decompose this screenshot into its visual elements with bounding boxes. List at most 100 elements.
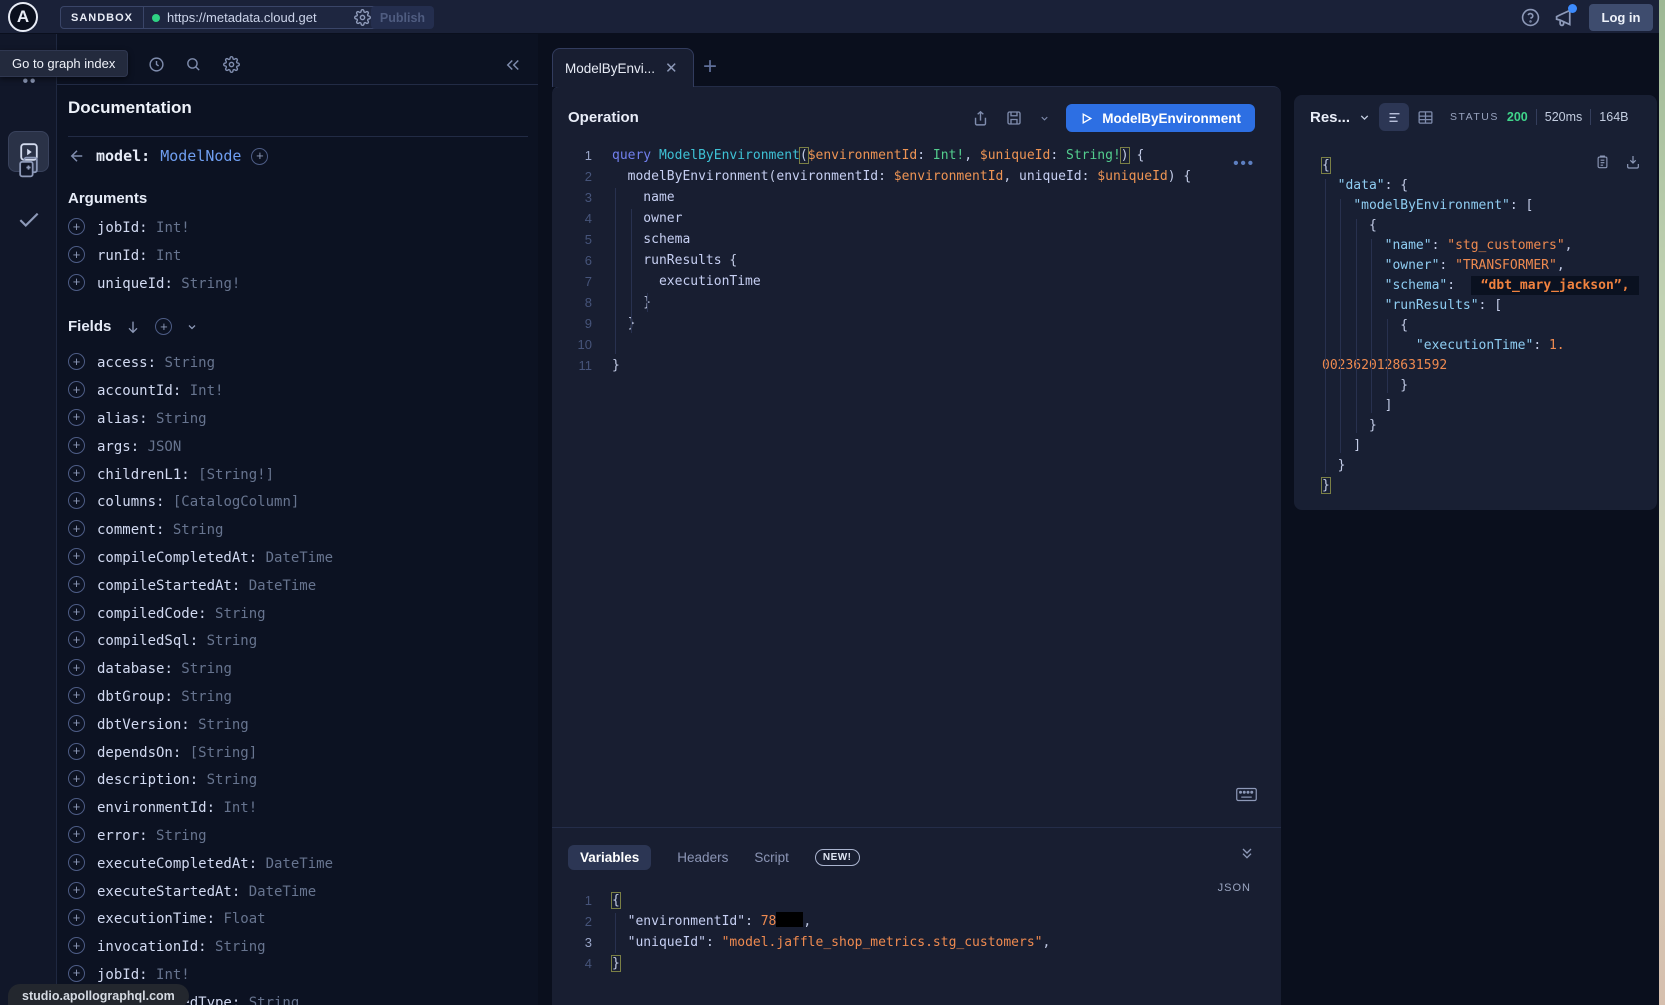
help-icon[interactable] [1521,8,1540,27]
checks-icon[interactable] [0,206,57,232]
response-size: 164B [1599,110,1628,124]
login-button[interactable]: Log in [1589,4,1653,31]
arguments-title: Arguments [68,190,147,207]
history-icon[interactable] [148,56,165,73]
new-tab-icon[interactable]: + [703,53,717,81]
left-nav-rail [0,34,57,1005]
argument-type: Int! [156,220,190,236]
field-type: JSON [148,439,182,455]
fields-menu-chevron-icon[interactable] [186,321,198,333]
run-operation-button[interactable]: ModelByEnvironment [1066,104,1255,132]
tooltip-go-to-graph-index: Go to graph index [0,50,128,77]
add-field-button[interactable]: + [68,798,85,815]
search-icon[interactable] [185,56,202,73]
argument-name: runId [97,248,139,264]
table-view-icon[interactable] [1417,109,1434,126]
add-field-button[interactable]: + [68,548,85,565]
add-field-button[interactable]: + [68,381,85,398]
response-title: Res... [1310,109,1350,126]
documentation-panel: Documentation model: ModelNode + Argumen… [57,34,538,1005]
argument-row: + runId: Int [68,241,240,269]
add-field-button[interactable]: + [68,965,85,982]
field-row: + comment: String [68,515,333,543]
apollo-logo[interactable]: A [8,2,38,32]
publish-button[interactable]: Publish [371,6,434,29]
schema-icon[interactable] [0,154,57,179]
collapse-panel-icon[interactable] [504,56,522,74]
add-field-button[interactable]: + [68,520,85,537]
field-row: + executionTime: Float [68,904,333,932]
field-row: + args: JSON [68,431,333,459]
json-view-icon[interactable] [1379,103,1409,131]
field-type: DateTime [249,884,316,900]
add-field-button[interactable]: + [68,854,85,871]
add-field-button[interactable]: + [68,770,85,787]
field-type: String [173,522,224,538]
add-field-button[interactable]: + [68,437,85,454]
add-field-button[interactable]: + [68,743,85,760]
tab-variables[interactable]: Variables [568,845,651,870]
notification-dot [1568,4,1577,13]
tab-headers[interactable]: Headers [677,850,728,865]
add-field-button[interactable]: + [251,148,268,165]
field-type: [String] [190,745,257,761]
add-field-button[interactable]: + [68,659,85,676]
endpoint-settings-gear-icon[interactable] [354,9,371,26]
add-field-button[interactable]: + [68,604,85,621]
arguments-list: + jobId: Int! + runId: Int + uniqueId: S… [68,213,240,296]
doc-type-link[interactable]: ModelNode [160,147,241,165]
documentation-title: Documentation [68,98,192,118]
response-menu-chevron-icon[interactable] [1358,111,1371,124]
add-argument-button[interactable]: + [68,274,85,291]
variables-editor[interactable]: { "environmentId": 78, "uniqueId": "mode… [612,890,1262,974]
operation-editor[interactable]: query ModelByEnvironment($environmentId:… [612,145,1262,376]
add-field-button[interactable]: + [68,909,85,926]
browser-status-bar: studio.apollographql.com [8,984,189,1005]
add-argument-button[interactable]: + [68,246,85,263]
field-type: String [181,661,232,677]
field-type: [String!] [198,467,274,483]
field-type: String [156,411,207,427]
indent-guide [1340,199,1341,453]
endpoint-group: SANDBOX https://metadata.cloud.get [60,6,385,29]
field-name: database [97,661,164,677]
close-tab-icon[interactable]: ✕ [665,59,678,77]
add-field-button[interactable]: + [68,826,85,843]
add-field-button[interactable]: + [68,576,85,593]
add-all-fields-button[interactable]: + [155,318,172,335]
back-arrow-icon[interactable] [68,147,86,165]
add-field-button[interactable]: + [68,687,85,704]
settings-gear-icon[interactable] [223,56,240,73]
add-field-button[interactable]: + [68,631,85,648]
divider [1536,109,1537,125]
add-field-button[interactable]: + [68,409,85,426]
add-field-button[interactable]: + [68,882,85,899]
add-field-button[interactable]: + [68,465,85,482]
response-time: 520ms [1545,110,1583,124]
field-name: invocationId [97,939,198,955]
field-type: [CatalogColumn] [173,494,299,510]
sort-fields-icon[interactable] [125,319,141,335]
endpoint-url[interactable]: https://metadata.cloud.get [167,10,347,25]
field-type: String [207,633,258,649]
keyboard-shortcuts-icon[interactable] [1236,787,1257,802]
add-field-button[interactable]: + [68,715,85,732]
add-argument-button[interactable]: + [68,218,85,235]
fields-header: Fields + [68,318,198,335]
field-type: String [215,606,266,622]
save-menu-chevron-icon[interactable] [1039,113,1050,124]
add-field-button[interactable]: + [68,492,85,509]
argument-name: uniqueId [97,276,164,292]
indent-guide [1371,239,1372,413]
tab-script[interactable]: Script [754,850,789,865]
operation-tab[interactable]: ModelByEnvi... ✕ [552,48,694,87]
endpoint-url-field[interactable]: https://metadata.cloud.get [144,9,384,26]
operation-panel: Operation ModelByEnvironment ••• 1234567… [552,86,1281,1005]
add-field-button[interactable]: + [68,353,85,370]
share-icon[interactable] [972,109,989,128]
save-icon[interactable] [1005,109,1023,127]
response-status: STATUS 200 520ms 164B [1450,109,1628,125]
add-field-button[interactable]: + [68,937,85,954]
field-type: String [164,355,215,371]
collapse-variables-icon[interactable] [1239,845,1255,861]
